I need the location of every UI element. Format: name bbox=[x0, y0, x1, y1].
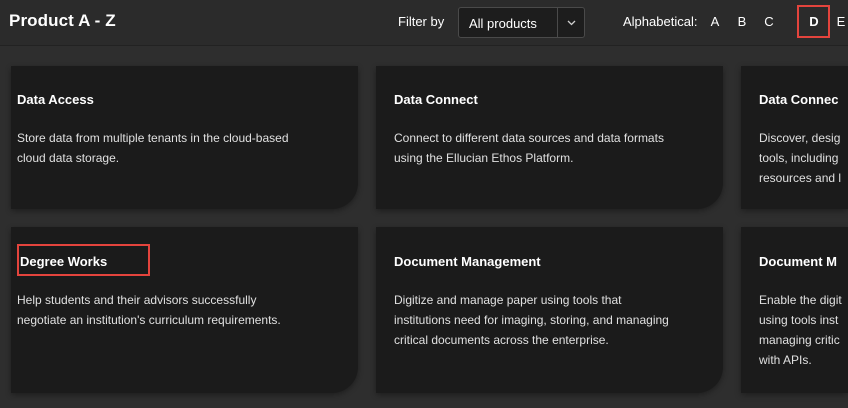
card-description: Digitize and manage paper using tools th… bbox=[394, 293, 669, 347]
alphabetical-label: Alphabetical: bbox=[623, 14, 698, 29]
page-header: Product A - Z Filter by All products Alp… bbox=[0, 0, 848, 46]
card-description: Discover, desig tools, including resourc… bbox=[759, 131, 842, 185]
card-title[interactable]: Document M bbox=[759, 254, 837, 269]
letter-e[interactable]: E bbox=[835, 14, 847, 29]
filter-select[interactable]: All products bbox=[458, 7, 585, 38]
product-card-data-access[interactable]: Data Access Store data from multiple ten… bbox=[11, 66, 358, 209]
degree-works-highlight bbox=[17, 244, 150, 276]
card-description: Connect to different data sources and da… bbox=[394, 131, 664, 165]
product-card-document-partial[interactable]: Document M Enable the digit using tools … bbox=[741, 227, 848, 393]
card-title[interactable]: Data Connect bbox=[394, 92, 478, 107]
card-description: Help students and their advisors success… bbox=[17, 293, 281, 327]
card-title[interactable]: Data Connec bbox=[759, 92, 838, 107]
active-letter-highlight bbox=[797, 5, 830, 38]
filter-label: Filter by bbox=[398, 14, 445, 29]
letter-c[interactable]: C bbox=[763, 14, 775, 29]
product-card-document-management[interactable]: Document Management Digitize and manage … bbox=[376, 227, 723, 393]
product-card-data-connect-partial[interactable]: Data Connec Discover, desig tools, inclu… bbox=[741, 66, 848, 209]
card-title[interactable]: Document Management bbox=[394, 254, 541, 269]
filter-select-value: All products bbox=[469, 16, 537, 31]
page-title: Product A - Z bbox=[9, 11, 116, 30]
card-description: Store data from multiple tenants in the … bbox=[17, 131, 289, 165]
chevron-down-icon[interactable] bbox=[557, 8, 584, 37]
letter-a[interactable]: A bbox=[709, 14, 721, 29]
letter-b[interactable]: B bbox=[736, 14, 748, 29]
card-description: Enable the digit using tools inst managi… bbox=[759, 293, 842, 367]
card-title[interactable]: Data Access bbox=[17, 92, 94, 107]
product-card-data-connect[interactable]: Data Connect Connect to different data s… bbox=[376, 66, 723, 209]
